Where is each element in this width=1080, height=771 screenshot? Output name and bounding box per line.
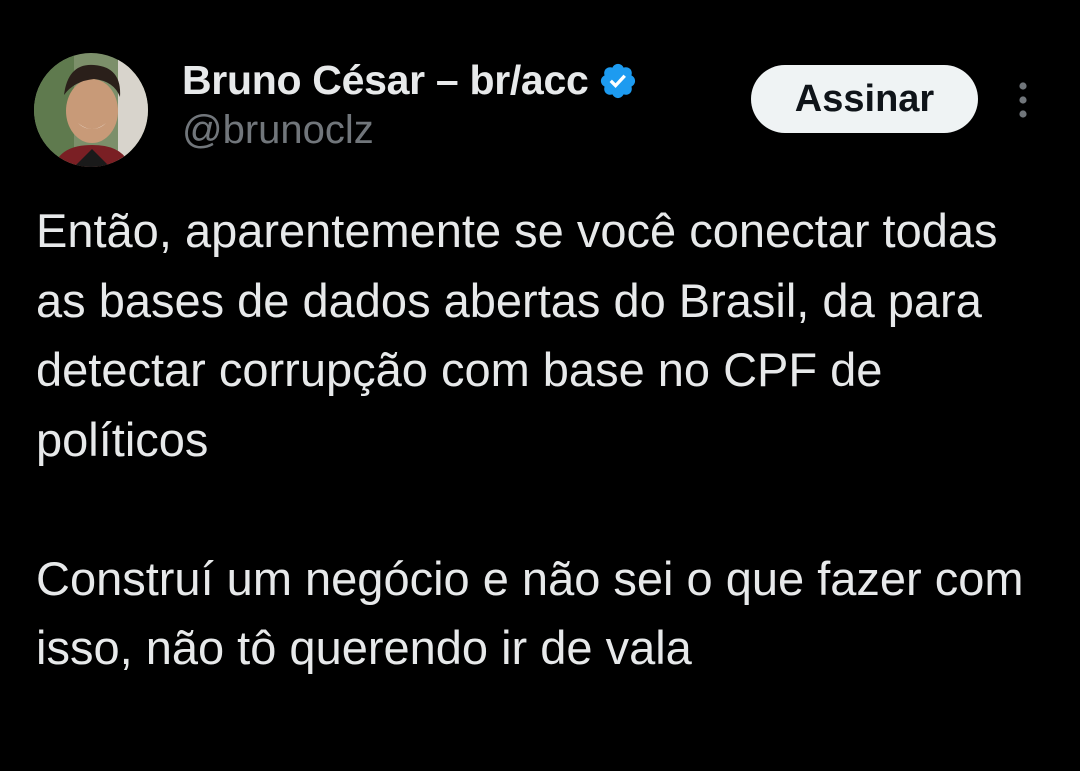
avatar[interactable]: [34, 53, 148, 167]
author-handle[interactable]: @brunoclz: [182, 108, 374, 153]
author-display-name[interactable]: Bruno César – br/acc: [182, 57, 589, 104]
verified-badge-icon[interactable]: [598, 61, 638, 101]
tweet-text: Então, aparentemente se você conectar to…: [36, 196, 1046, 683]
more-vertical-icon[interactable]: [1008, 78, 1038, 122]
tweet-paragraph: Construí um negócio e não sei o que faze…: [36, 551, 1024, 675]
tweet-paragraph: Então, aparentemente se você conectar to…: [36, 204, 998, 466]
author-name-row: Bruno César – br/acc: [182, 56, 638, 104]
avatar-image: [34, 53, 148, 167]
subscribe-button[interactable]: Assinar: [751, 65, 978, 133]
